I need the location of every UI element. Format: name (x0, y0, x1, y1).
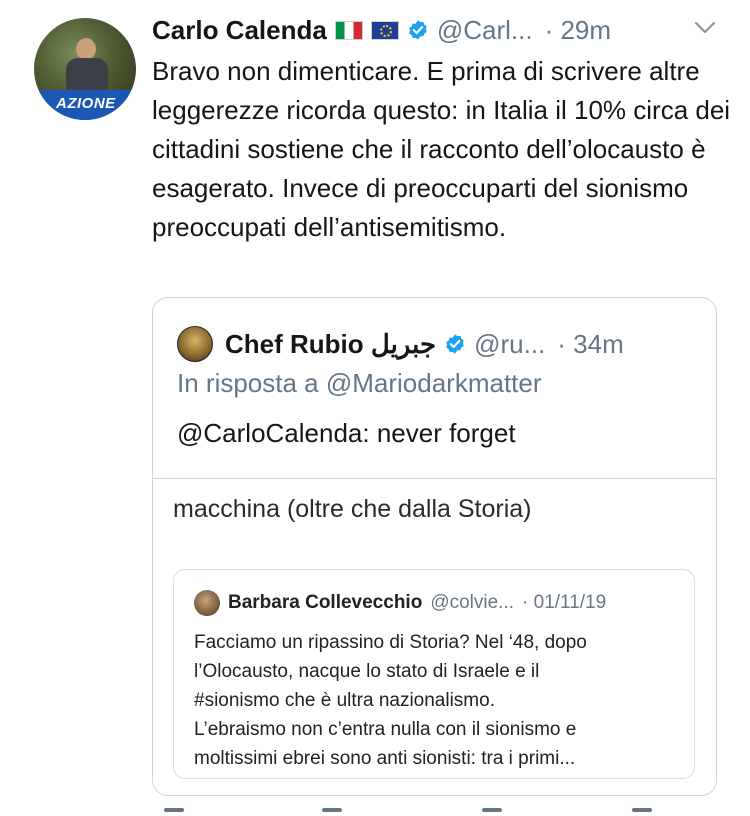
tweet-header: Carlo Calenda @Carl... · 29m (152, 10, 732, 50)
reply-icon[interactable] (164, 808, 184, 812)
italy-flag-icon (334, 20, 363, 40)
quoted-tweet-media-image[interactable]: macchina (oltre che dalla Storia) Barbar… (153, 478, 716, 795)
author-name[interactable]: Carlo Calenda (152, 15, 327, 46)
tweet-action-bar (152, 808, 750, 816)
avatar-party-badge: AZIONE (34, 90, 136, 120)
author-avatar[interactable]: AZIONE (34, 18, 136, 120)
quoted-tweet-card[interactable]: Chef Rubio جبريل @ru... · 34m In rispost… (152, 297, 717, 796)
eu-flag-icon (370, 20, 399, 40)
embedded-tweet-header: Barbara Collevecchio @colvie... · 01/11/… (194, 590, 606, 616)
quoted-author-avatar[interactable] (177, 326, 213, 362)
tweet-text: Bravo non dimenticare. E prima di scrive… (152, 56, 731, 242)
embedded-author-avatar (194, 590, 220, 616)
embedded-tweet-date: · 01/11/19 (522, 592, 607, 613)
quoted-tweet-text: @CarloCalenda: never forget (177, 418, 516, 448)
media-text-line: macchina (oltre che dalla Storia) (173, 495, 532, 523)
embedded-author-name: Barbara Collevecchio (228, 592, 423, 613)
embedded-tweet-text: Facciamo un ripassino di Storia? Nel ‘48… (194, 628, 684, 773)
quoted-author-name[interactable]: Chef Rubio جبريل (225, 329, 436, 360)
embedded-author-handle: @colvie... (430, 592, 515, 613)
like-icon[interactable] (482, 808, 502, 812)
embedded-tweet-line: L’ebraismo non c’entra nulla con il sion… (194, 719, 577, 740)
share-icon[interactable] (632, 808, 652, 812)
embedded-tweet-card: Barbara Collevecchio @colvie... · 01/11/… (173, 569, 695, 779)
embedded-tweet-line: l’Olocausto, nacque lo stato di Israele … (194, 661, 540, 682)
quoted-author-handle[interactable]: @ru... (474, 329, 545, 360)
chevron-down-icon[interactable] (694, 20, 716, 36)
embedded-tweet-line: Facciamo un ripassino di Storia? Nel ‘48… (194, 632, 587, 653)
tweet-timestamp[interactable]: · 29m (545, 15, 611, 46)
verified-badge-icon (409, 20, 427, 40)
retweet-icon[interactable] (322, 808, 342, 812)
avatar-person-head (76, 38, 96, 60)
reply-context[interactable]: In risposta a @Mariodarkmatter (177, 368, 542, 399)
quoted-tweet-header: Chef Rubio جبريل @ru... · 34m (177, 324, 624, 364)
verified-badge-icon (446, 334, 464, 354)
embedded-tweet-line: #sionismo che è ultra nazionalismo. (194, 690, 495, 711)
quoted-tweet-timestamp[interactable]: · 34m (557, 329, 623, 360)
author-handle[interactable]: @Carl... (437, 15, 533, 46)
embedded-tweet-line: moltissimi ebrei sono anti sionisti: tra… (194, 748, 576, 769)
